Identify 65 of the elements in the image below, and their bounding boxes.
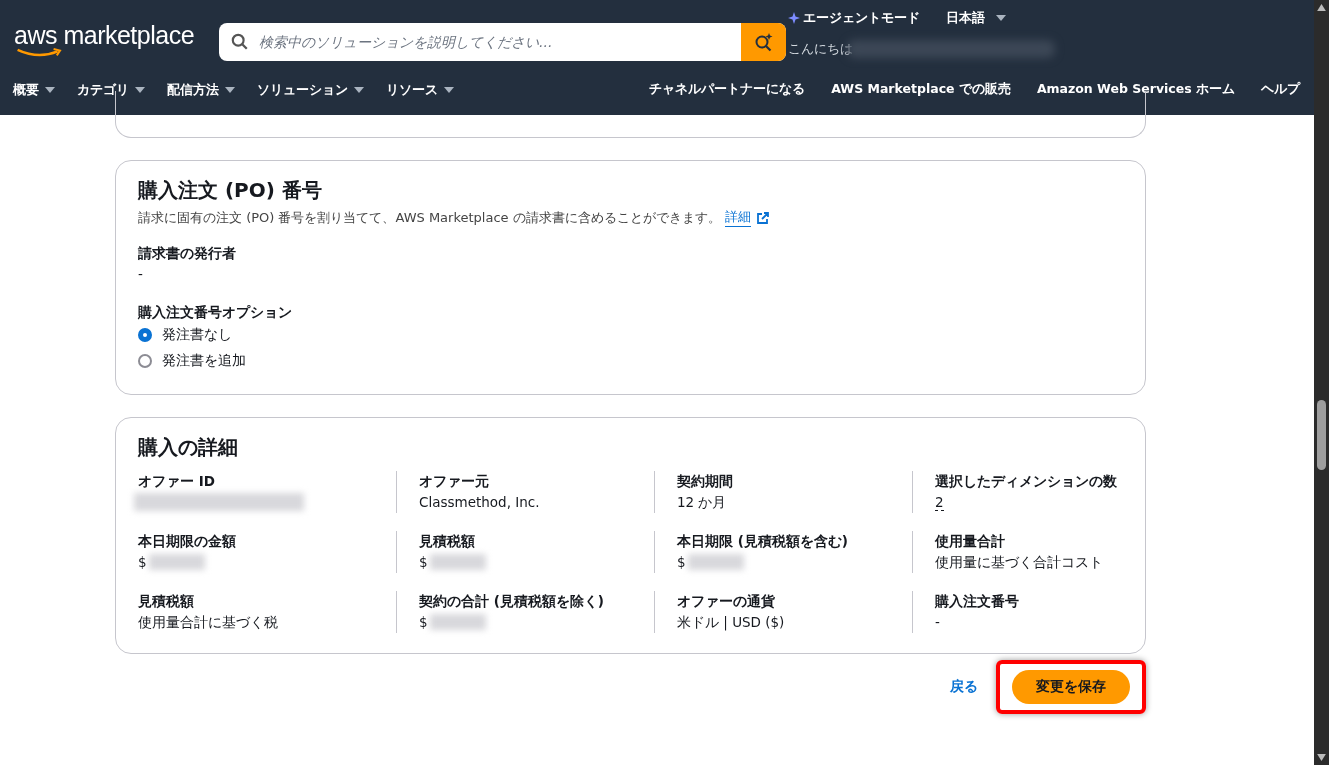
scroll-up-icon[interactable] <box>1317 4 1326 11</box>
greeting-text: こんにちは <box>788 40 853 58</box>
field-label: 使用量合計 <box>935 532 1006 551</box>
language-menu[interactable]: 日本語 <box>946 9 1006 27</box>
caret-icon <box>354 86 364 93</box>
field-label: オファー元 <box>419 472 490 491</box>
field-label: オファー ID <box>138 472 216 491</box>
popover-value[interactable]: 2 <box>935 493 944 511</box>
radio-button[interactable] <box>138 354 152 368</box>
search-bar[interactable]: 検索中のソリューションを説明してください... <box>219 23 786 61</box>
agent-mode-link[interactable]: エージェントモード <box>788 9 920 27</box>
nav-link[interactable]: Amazon Web Services ホーム <box>1036 81 1235 99</box>
section-title: 購入の詳細 <box>138 434 239 461</box>
nav-menu[interactable]: ソリューション <box>257 80 364 99</box>
scrollbar[interactable] <box>1314 0 1329 765</box>
field-label: 見積税額 <box>419 532 476 551</box>
field-label: オファーの通貨 <box>677 592 776 611</box>
nav-link[interactable]: ヘルプ <box>1261 81 1300 99</box>
radio-label[interactable]: 発注書を追加 <box>162 352 246 370</box>
logo[interactable]: aws marketplace <box>0 0 219 58</box>
field-label: 購入注文番号 <box>935 592 1020 611</box>
field-label: 選択したディメンションの数 <box>935 472 1117 491</box>
field-value: $ <box>138 553 147 572</box>
field-label: 契約の合計 (見積税額を除く) <box>419 592 606 611</box>
nav-menu[interactable]: リソース <box>386 80 454 99</box>
description-text: 請求に固有の注文 (PO) 番号を割り当てて、AWS Marketplace の請求書に含めることができます。 詳細 <box>138 208 1123 227</box>
field-value: 使用量合計に基づく税 <box>138 613 278 632</box>
field-value: $ <box>419 553 428 572</box>
nav-menu[interactable]: カテゴリ <box>77 80 145 99</box>
field-label: 請求書の発行者 <box>138 244 237 263</box>
caret-icon <box>45 86 55 93</box>
sparkle-icon <box>788 12 800 24</box>
radio-label[interactable]: 発注書なし <box>162 326 232 344</box>
field-label: 本日期限 (見積税額を含む) <box>677 532 850 551</box>
scroll-thumb[interactable] <box>1317 400 1326 470</box>
nav-link[interactable]: チャネルパートナーになる <box>649 81 806 99</box>
field-label: 購入注文番号オプション <box>138 303 293 322</box>
field-label: 本日期限の金額 <box>138 532 237 551</box>
caret-icon <box>135 86 145 93</box>
nav-link[interactable]: AWS Marketplace での販売 <box>831 81 1011 99</box>
field-value: - <box>138 265 144 284</box>
field-value: $ <box>419 613 428 632</box>
radio-button[interactable] <box>138 328 152 342</box>
search-icon <box>231 33 249 51</box>
section-title: 購入注文 (PO) 番号 <box>138 177 323 204</box>
field-value: 米ドル | USD ($) <box>677 613 785 633</box>
caret-icon <box>225 86 235 93</box>
back-link[interactable]: 戻る <box>950 678 978 696</box>
learn-more-link[interactable]: 詳細 <box>724 208 751 227</box>
field-label: 契約期間 <box>677 472 734 491</box>
search-button[interactable] <box>741 23 786 61</box>
field-label: 見積税額 <box>138 592 195 611</box>
scroll-down-icon[interactable] <box>1317 754 1326 761</box>
nav-menu[interactable]: 概要 <box>13 80 55 99</box>
caret-icon <box>996 15 1006 21</box>
caret-icon <box>444 86 454 93</box>
field-value: 12 か月 <box>677 493 727 512</box>
field-value: Classmethod, Inc. <box>419 493 540 512</box>
save-button[interactable]: 変更を保存 <box>1012 670 1130 704</box>
external-link-icon <box>756 211 769 224</box>
field-value: $ <box>677 553 686 572</box>
field-value: - <box>935 613 940 632</box>
ai-search-icon <box>753 32 774 52</box>
field-value: 使用量に基づく合計コスト <box>935 553 1103 572</box>
nav-menu[interactable]: 配信方法 <box>167 80 235 99</box>
